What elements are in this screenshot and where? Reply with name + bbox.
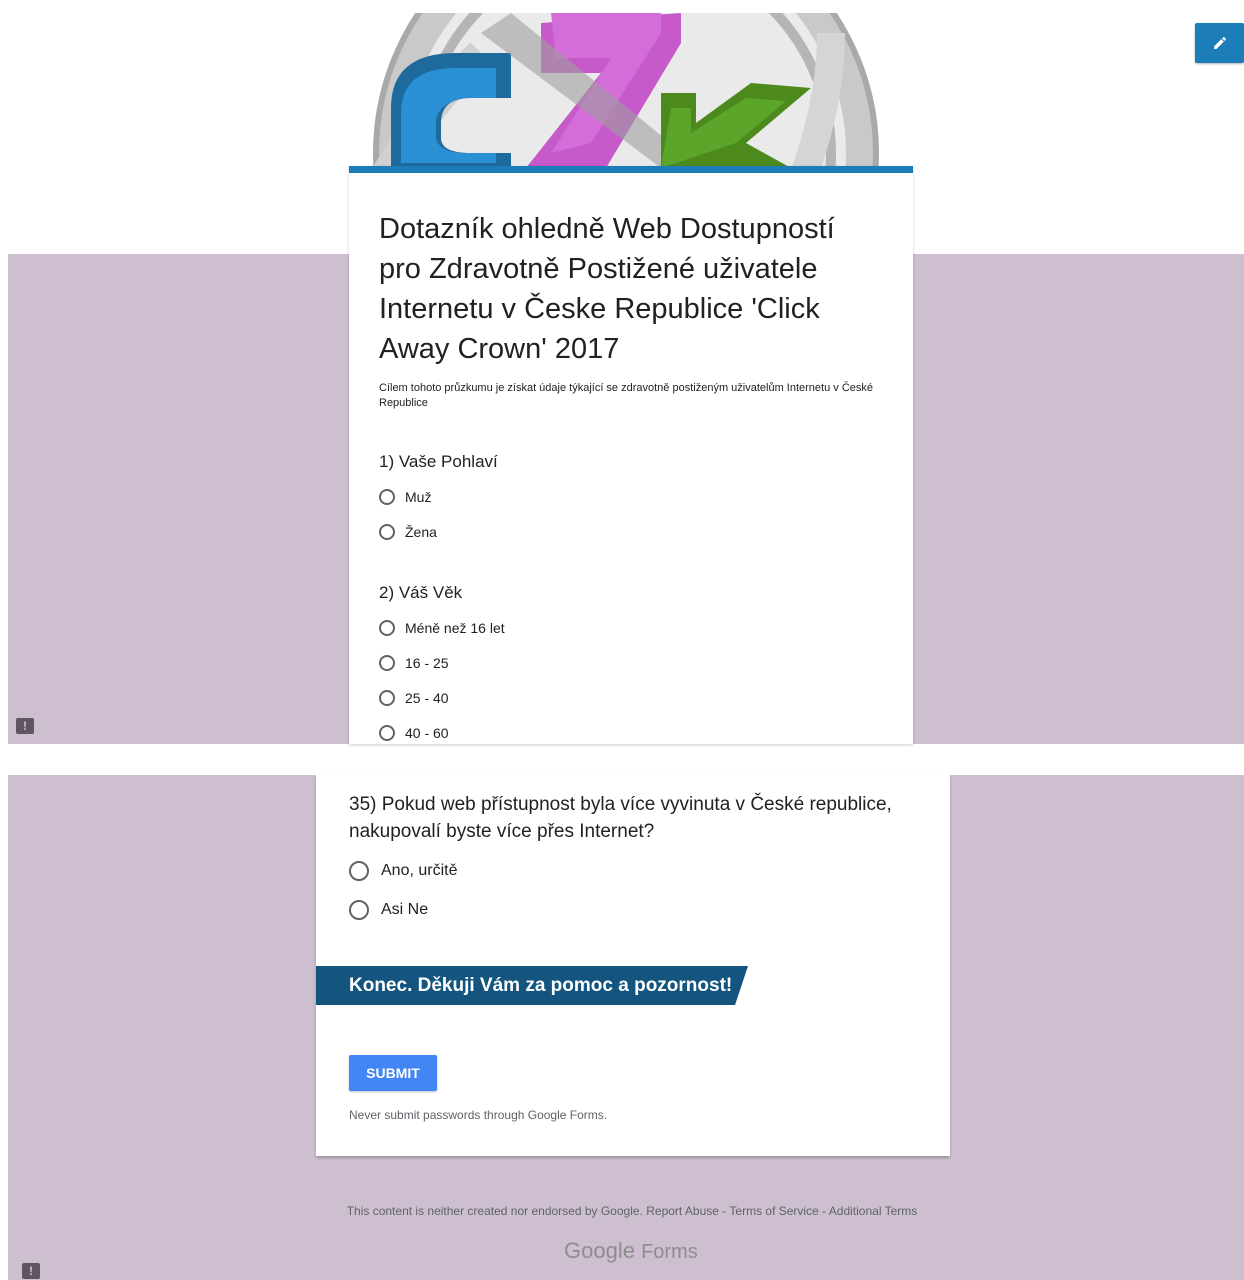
form-title: Dotazník ohledně Web Dostupností pro Zdr… bbox=[379, 213, 835, 365]
option-label: Ano, určitě bbox=[381, 862, 458, 879]
question-35-title: 35) Pokud web přístupnost byla více vyvi… bbox=[349, 794, 892, 842]
radio-button[interactable] bbox=[379, 524, 395, 540]
section-title: Konec. Děkuji Vám za pomoc a pozornost! bbox=[349, 974, 733, 996]
pencil-icon bbox=[1213, 36, 1226, 49]
form-end-card: 35) Pokud web přístupnost byla více vyvi… bbox=[316, 775, 950, 1156]
option-age-40-60[interactable]: 40 - 60 bbox=[379, 723, 449, 743]
option-label: Žena bbox=[405, 524, 437, 540]
terms-of-service-link[interactable]: Terms of Service bbox=[729, 1204, 818, 1218]
feedback-icon[interactable]: ! bbox=[22, 1263, 40, 1279]
form-description: Cílem tohoto průzkumu je získat údaje tý… bbox=[379, 382, 874, 409]
option-age-25-40[interactable]: 25 - 40 bbox=[379, 688, 449, 708]
report-abuse-link[interactable]: Report Abuse bbox=[646, 1204, 719, 1218]
section-header-banner: Konec. Děkuji Vám za pomoc a pozornost! bbox=[316, 966, 748, 1005]
radio-button[interactable] bbox=[349, 861, 369, 881]
feedback-icon[interactable]: ! bbox=[16, 718, 34, 734]
footer-disclaimer: This content is neither created nor endo… bbox=[346, 1204, 643, 1218]
edit-form-button[interactable] bbox=[1195, 23, 1244, 63]
footer: This content is neither created nor endo… bbox=[0, 1204, 1244, 1218]
option-label: Méně než 16 let bbox=[405, 620, 505, 636]
radio-button[interactable] bbox=[379, 725, 395, 741]
option-label: 16 - 25 bbox=[405, 655, 449, 671]
option-ano-urcite[interactable]: Ano, určitě bbox=[349, 860, 457, 882]
option-muz[interactable]: Muž bbox=[379, 487, 431, 507]
radio-button[interactable] bbox=[379, 620, 395, 636]
google-forms-logo[interactable]: Google Forms bbox=[564, 1238, 698, 1264]
footer-separator: - bbox=[818, 1204, 829, 1218]
header-logo-image bbox=[361, 13, 891, 168]
forms-wordmark: Forms bbox=[641, 1241, 698, 1263]
option-age-under-16[interactable]: Méně než 16 let bbox=[379, 618, 505, 638]
option-label: Muž bbox=[405, 489, 432, 505]
option-zena[interactable]: Žena bbox=[379, 522, 437, 542]
question-1-title: 1) Vaše Pohlaví bbox=[379, 452, 498, 471]
question-2-title: 2) Váš Věk bbox=[379, 583, 463, 602]
option-label: 25 - 40 bbox=[405, 690, 449, 706]
google-wordmark: Google bbox=[564, 1238, 635, 1263]
option-label: Asi Ne bbox=[381, 901, 429, 918]
password-warning: Never submit passwords through Google Fo… bbox=[349, 1108, 608, 1122]
option-age-16-25[interactable]: 16 - 25 bbox=[379, 653, 449, 673]
radio-button[interactable] bbox=[349, 900, 369, 920]
additional-terms-link[interactable]: Additional Terms bbox=[829, 1204, 918, 1218]
radio-button[interactable] bbox=[379, 655, 395, 671]
radio-button[interactable] bbox=[379, 489, 395, 505]
option-label: 40 - 60 bbox=[405, 725, 449, 741]
radio-button[interactable] bbox=[379, 690, 395, 706]
submit-button[interactable]: SUBMIT bbox=[349, 1055, 437, 1091]
footer-separator: - bbox=[718, 1204, 730, 1218]
option-asi-ne[interactable]: Asi Ne bbox=[349, 899, 428, 921]
form-header-card: Dotazník ohledně Web Dostupností pro Zdr… bbox=[349, 166, 913, 744]
